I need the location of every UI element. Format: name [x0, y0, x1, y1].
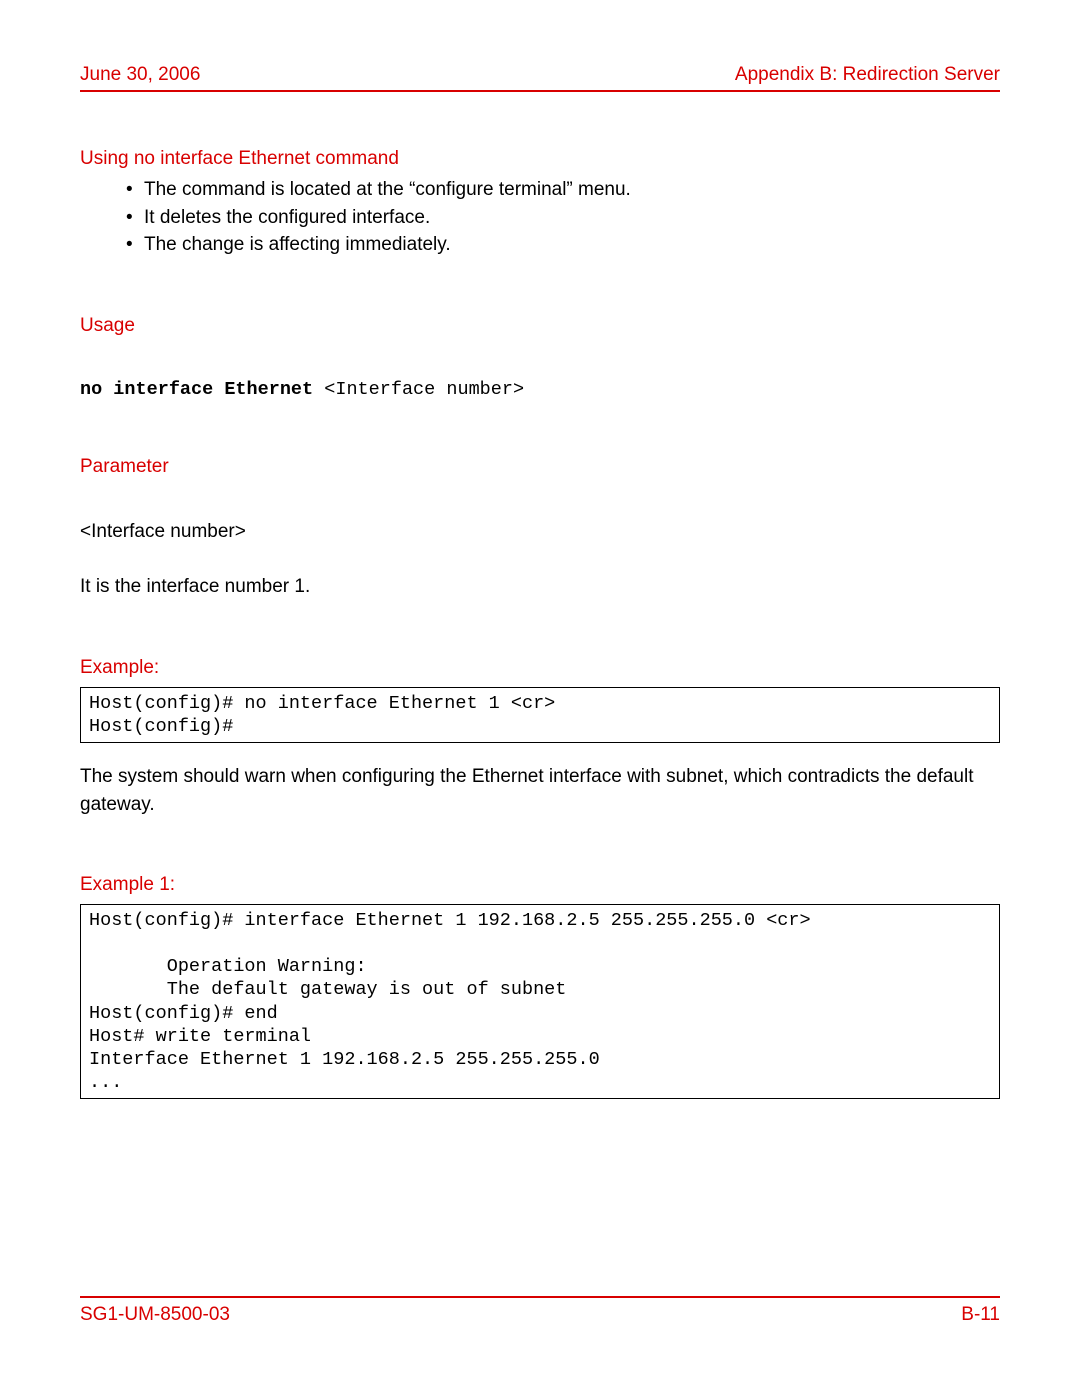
footer-docid: SG1-UM-8500-03 [80, 1304, 230, 1326]
footer-rule [80, 1296, 1000, 1298]
section-title-usage: Usage [80, 315, 1000, 337]
bullet-item: It deletes the configured interface. [126, 204, 1000, 232]
section-title-using-no-interface: Using no interface Ethernet command [80, 148, 1000, 170]
bullet-item: The command is located at the “configure… [126, 176, 1000, 204]
bullet-item: The change is affecting immediately. [126, 231, 1000, 259]
usage-command-bold: no interface Ethernet [80, 379, 313, 400]
footer-page-number: B-11 [961, 1304, 1000, 1326]
section-title-example: Example: [80, 657, 1000, 679]
page-header: June 30, 2006 Appendix B: Redirection Se… [80, 64, 1000, 92]
usage-command: no interface Ethernet <Interface number> [80, 379, 1000, 400]
page-content: June 30, 2006 Appendix B: Redirection Se… [80, 64, 1000, 1099]
section-title-parameter: Parameter [80, 456, 1000, 478]
parameter-name: <Interface number> [80, 518, 1000, 546]
bullet-list: The command is located at the “configure… [126, 176, 1000, 259]
code-block-example: Host(config)# no interface Ethernet 1 <c… [80, 687, 1000, 743]
usage-command-rest: <Interface number> [313, 379, 524, 400]
header-appendix: Appendix B: Redirection Server [735, 64, 1000, 86]
parameter-desc: It is the interface number 1. [80, 573, 1000, 601]
example-after-text: The system should warn when configuring … [80, 763, 1000, 818]
code-block-example1: Host(config)# interface Ethernet 1 192.1… [80, 904, 1000, 1099]
section-title-example1: Example 1: [80, 874, 1000, 896]
header-date: June 30, 2006 [80, 64, 200, 86]
page-footer: SG1-UM-8500-03 B-11 [80, 1304, 1000, 1326]
